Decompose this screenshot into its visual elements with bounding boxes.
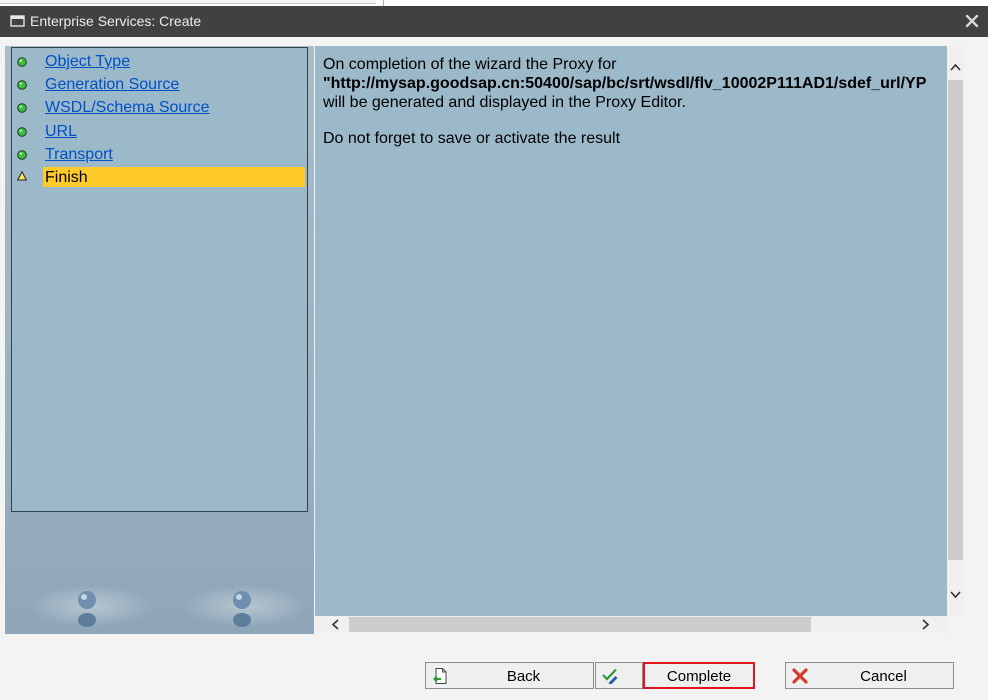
nav-item-label[interactable]: Transport (45, 145, 113, 165)
completion-text: On completion of the wizard the Proxy fo… (323, 56, 617, 73)
nav-item-label[interactable]: Generation Source (45, 75, 179, 95)
cancel-button[interactable]: Cancel (785, 662, 954, 689)
complete-button-label: Complete (666, 668, 732, 685)
nav-item-transport[interactable]: Transport (12, 144, 307, 166)
step-done-icon (17, 127, 27, 137)
vertical-scroll-thumb[interactable] (948, 80, 963, 560)
nav-item-object-type[interactable]: Object Type (12, 51, 307, 73)
nav-item-finish[interactable]: Finish (12, 167, 307, 189)
scroll-down-arrow-icon[interactable] (947, 586, 964, 603)
step-done-icon (17, 150, 27, 160)
step-done-icon (17, 57, 27, 67)
proxy-url-text: "http://mysap.goodsap.cn:50400/sap/bc/sr… (323, 75, 927, 92)
nav-item-label[interactable]: Finish (45, 168, 88, 188)
horizontal-scroll-thumb[interactable] (349, 617, 811, 632)
window-title: Enterprise Services: Create (30, 13, 202, 29)
nav-item-label[interactable]: WSDL/Schema Source (45, 98, 210, 118)
nav-item-generation-source[interactable]: Generation Source (12, 74, 307, 96)
scroll-left-arrow-icon[interactable] (327, 616, 344, 633)
water-drop-icon (233, 591, 251, 627)
nav-item-wsdl-schema-source[interactable]: WSDL/Schema Source (12, 97, 307, 119)
back-document-icon (433, 668, 447, 684)
scroll-right-arrow-icon[interactable] (917, 616, 934, 633)
cancel-button-label: Cancel (860, 668, 907, 685)
back-button[interactable]: Back (425, 662, 594, 689)
check-edit-button[interactable] (595, 662, 643, 689)
scroll-up-arrow-icon[interactable] (947, 59, 964, 76)
title-bar: Enterprise Services: Create (0, 6, 988, 37)
finish-content-panel: On completion of the wizard the Proxy fo… (315, 46, 947, 616)
warning-triangle-icon (17, 171, 27, 181)
water-drop-icon (78, 591, 96, 627)
check-pencil-icon (602, 668, 618, 685)
vertical-scrollbar[interactable] (947, 46, 964, 616)
nav-item-label[interactable]: URL (45, 122, 77, 142)
nav-item-label[interactable]: Object Type (45, 52, 130, 72)
back-button-label: Back (506, 668, 541, 685)
wizard-steps-panel: Object Type Generation Source WSDL/Schem… (11, 47, 308, 512)
complete-button[interactable]: Complete (643, 662, 755, 689)
close-icon[interactable] (962, 11, 982, 31)
step-done-icon (17, 80, 27, 90)
step-done-icon (17, 103, 27, 113)
nav-item-url[interactable]: URL (12, 121, 307, 143)
cancel-x-icon (792, 668, 808, 684)
horizontal-scrollbar[interactable] (315, 616, 947, 633)
save-reminder-text: Do not forget to save or activate the re… (323, 130, 621, 147)
generation-text: will be generated and displayed in the P… (323, 94, 686, 111)
water-drop-decoration (5, 510, 314, 634)
background-tab-strip (0, 0, 376, 4)
window-icon (10, 15, 25, 27)
